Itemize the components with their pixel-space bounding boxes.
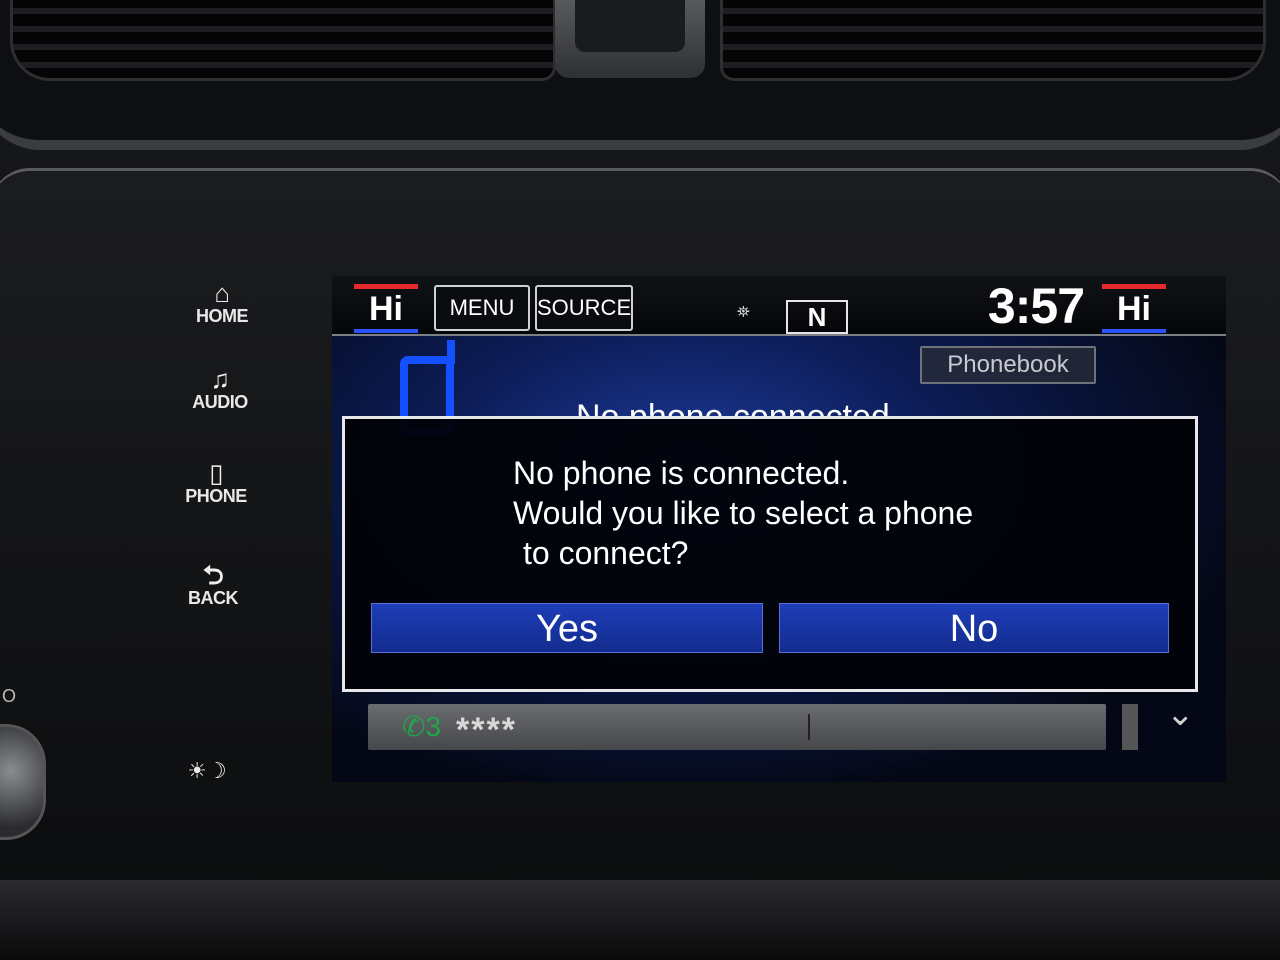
hazard-switch-housing xyxy=(555,0,705,78)
dialog-line-3: to connect? xyxy=(523,535,689,571)
audio-button[interactable]: ♫ AUDIO xyxy=(170,366,270,412)
phone-button[interactable]: ▯ PHONE xyxy=(166,460,266,506)
scrollbar[interactable] xyxy=(1122,704,1138,750)
phonebook-button[interactable]: Phonebook xyxy=(920,346,1096,384)
menu-button[interactable]: MENU xyxy=(434,285,530,331)
day-night-button[interactable]: ☀☽ xyxy=(172,758,242,784)
back-arrow-icon: ⮌ xyxy=(202,560,224,590)
air-vent-panel xyxy=(0,0,1280,150)
dial-entry-bar[interactable]: ✆3 **** xyxy=(368,704,1106,750)
knob-label: O xyxy=(2,686,17,706)
right-air-vent xyxy=(720,0,1266,81)
car-dashboard: ⌂ HOME ♫ AUDIO ▯ PHONE ⮌ BACK ☀☽ O Hi ME… xyxy=(0,0,1280,960)
back-button[interactable]: ⮌ BACK xyxy=(163,562,263,608)
no-button[interactable]: No xyxy=(779,603,1169,653)
bezel-bottom-trim xyxy=(0,880,1280,960)
hazard-button[interactable] xyxy=(575,0,685,52)
dial-divider xyxy=(808,714,810,740)
phone-icon: ▯ xyxy=(209,458,223,488)
clock: 3:57 xyxy=(987,278,1085,334)
source-button[interactable]: SOURCE xyxy=(535,285,633,331)
compass-heading: N xyxy=(786,300,848,334)
yes-button[interactable]: Yes xyxy=(371,603,763,653)
dialog-line-1: No phone is connected. xyxy=(513,455,850,491)
dialog-line-2: Would you like to select a phone xyxy=(513,495,974,531)
driver-temperature: Hi xyxy=(354,284,418,333)
passenger-temperature: Hi xyxy=(1102,284,1166,333)
left-air-vent xyxy=(10,0,556,81)
home-label: HOME xyxy=(196,306,249,326)
back-label: BACK xyxy=(188,588,239,608)
home-icon: ⌂ xyxy=(214,278,230,308)
infotainment-screen: Hi MENU SOURCE ⛯ N 3:57 Hi Phonebook No … xyxy=(332,276,1226,782)
dialog-message: No phone is connected. Would you like to… xyxy=(513,453,1073,573)
gps-signal-icon: ⛯ xyxy=(737,304,750,321)
phone-label: PHONE xyxy=(185,486,247,506)
dialed-number: **** xyxy=(456,711,517,749)
call-icon: ✆3 xyxy=(402,711,442,742)
home-button[interactable]: ⌂ HOME xyxy=(172,280,272,326)
scroll-down-chevron-icon[interactable]: ⌄ xyxy=(1166,696,1195,732)
day-night-icon: ☀☽ xyxy=(187,758,227,783)
music-note-icon: ♫ xyxy=(210,364,231,394)
audio-label: AUDIO xyxy=(192,392,248,412)
top-status-bar: Hi MENU SOURCE ⛯ N 3:57 Hi xyxy=(332,276,1226,336)
connect-phone-dialog: No phone is connected. Would you like to… xyxy=(342,416,1198,692)
